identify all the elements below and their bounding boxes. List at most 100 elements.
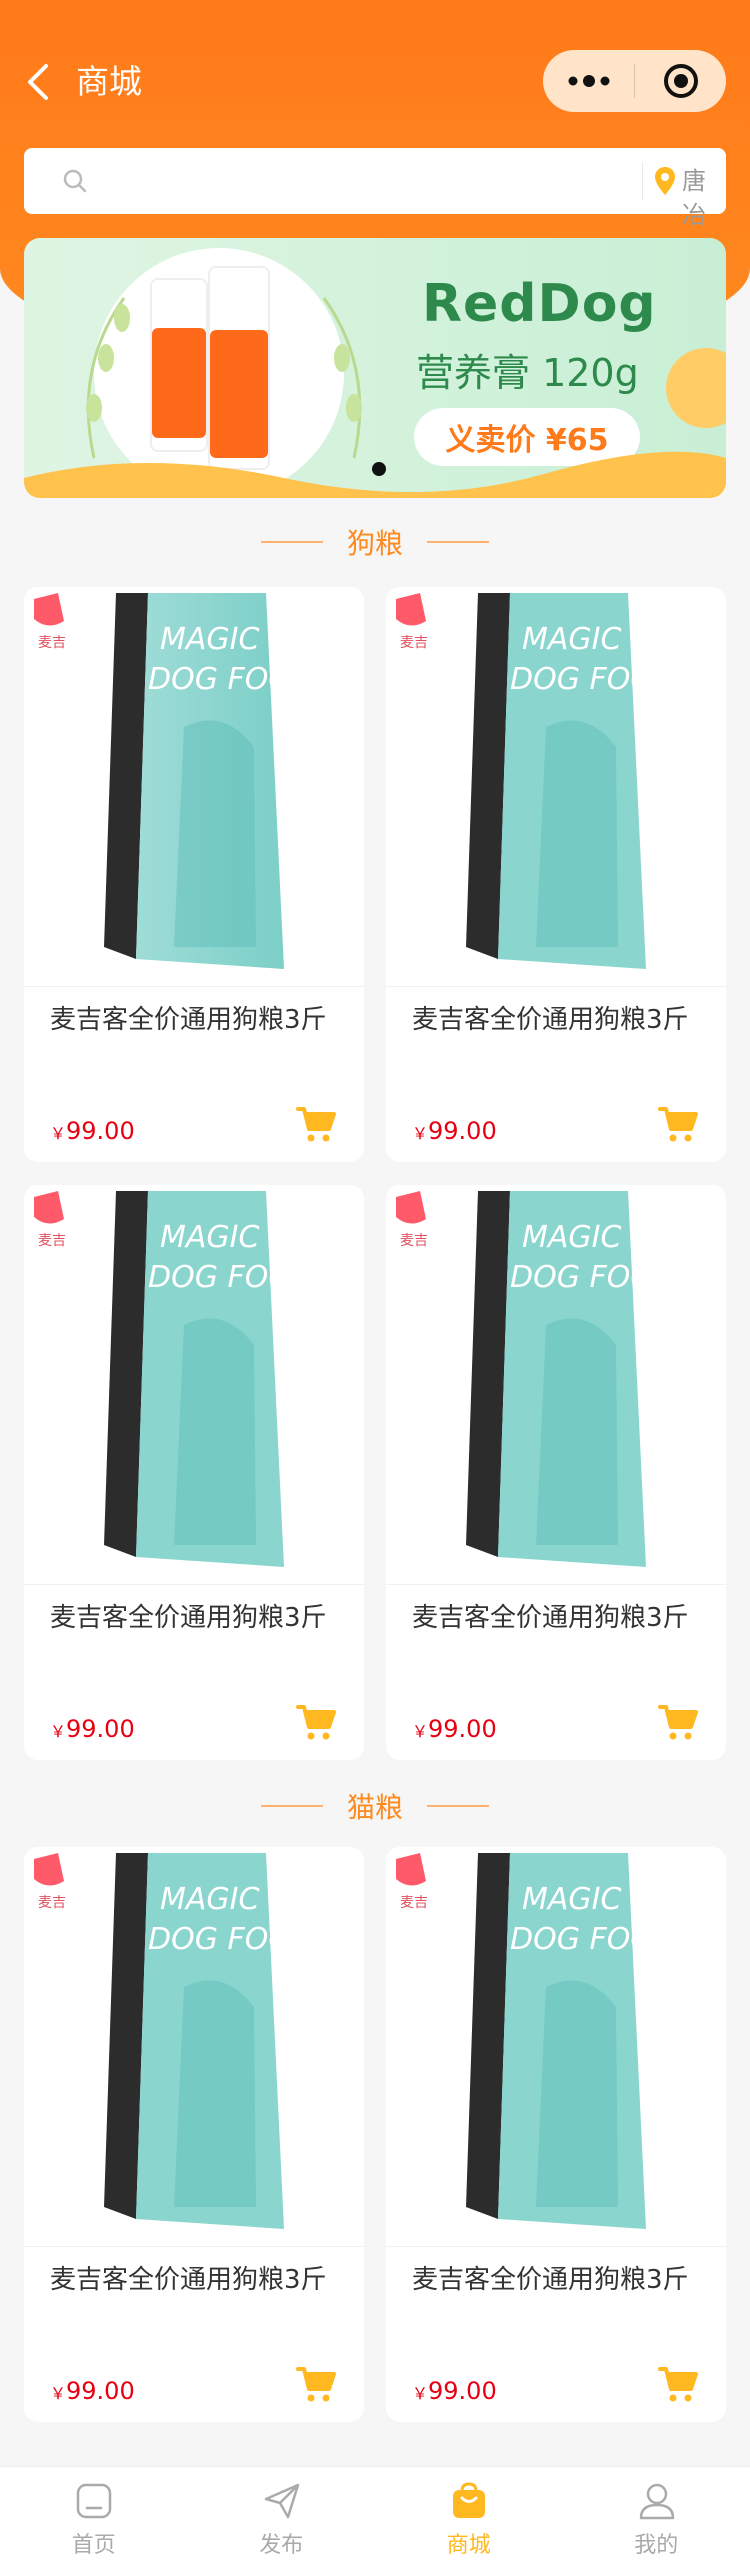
product-card[interactable]: MAGIC DOG FOOD 麦吉 麦吉客全价通用狗粮3斤 ￥99.00 [24, 587, 364, 1162]
product-price: ￥99.00 [50, 1117, 135, 1145]
product-price: ￥99.00 [50, 1715, 135, 1743]
tab-label: 首页 [71, 2533, 116, 2558]
product-image[interactable]: MAGIC DOG FOOD 麦吉 [24, 1847, 364, 2247]
brand-logo: 麦吉 [400, 1895, 428, 1911]
product-name: 麦吉客全价通用狗粮3斤 [50, 1005, 327, 1035]
tab-label: 我的 [634, 2533, 679, 2558]
bag-line-1: MAGIC [522, 622, 622, 657]
more-dots-icon [568, 75, 609, 87]
price-value: 99.00 [66, 1715, 135, 1743]
product-image-art: MAGIC DOG FOOD 麦吉 [396, 1853, 677, 2229]
bag-line-1: MAGIC [522, 1882, 622, 1917]
add-to-cart-icon[interactable] [296, 2365, 336, 2403]
price-value: 99.00 [428, 1117, 497, 1145]
product-name: 麦吉客全价通用狗粮3斤 [412, 2265, 689, 2295]
price-value: 99.00 [66, 1117, 135, 1145]
bag-line-1: MAGIC [160, 622, 260, 657]
bag-line-1: MAGIC [522, 1220, 622, 1255]
bag-line-2: DOG FOOD [510, 1922, 677, 1957]
product-name: 麦吉客全价通用狗粮3斤 [412, 1005, 689, 1035]
add-to-cart-icon[interactable] [658, 2365, 698, 2403]
bag-line-2: DOG FOOD [148, 662, 315, 697]
home-icon [76, 2483, 112, 2519]
mini-program-capsule [543, 50, 726, 112]
product-card[interactable]: MAGIC DOG FOOD 麦吉 麦吉客全价通用狗粮3斤 ￥99.00 [24, 1185, 364, 1760]
product-price: ￥99.00 [412, 1117, 497, 1145]
navigation-bar: 商城 [0, 0, 750, 150]
location-label[interactable]: 唐冶 [682, 164, 726, 232]
more-button[interactable] [543, 74, 634, 88]
location-pin-icon[interactable] [654, 166, 676, 196]
bag-line-2: DOG FOOD [148, 1260, 315, 1295]
product-price: ￥99.00 [412, 1715, 497, 1743]
bag-line-2: DOG FOOD [510, 662, 677, 697]
product-image-art: MAGIC DOG FOOD 麦吉 [396, 1191, 677, 1567]
bag-line-2: DOG FOOD [510, 1260, 677, 1295]
banner-decoration [666, 348, 726, 428]
tab-publish[interactable]: 发布 [188, 2467, 376, 2569]
product-card[interactable]: MAGIC DOG FOOD 麦吉 麦吉客全价通用狗粮3斤 ￥99.00 [24, 1847, 364, 2422]
tab-label: 商城 [446, 2533, 491, 2558]
promo-banner[interactable]: RedDog 营养膏 120g 义卖价 ¥65 [24, 238, 726, 498]
bag-line-1: MAGIC [160, 1220, 260, 1255]
shop-bag-icon [453, 2482, 485, 2518]
price-value: 99.00 [428, 1715, 497, 1743]
product-image[interactable]: MAGIC DOG FOOD 麦吉 [386, 587, 726, 987]
title-line-right [427, 1805, 489, 1807]
tab-home[interactable]: 首页 [0, 2467, 188, 2569]
carousel-indicator[interactable] [372, 462, 386, 476]
product-tube-1-band [152, 328, 206, 438]
page-title: 商城 [76, 62, 142, 101]
title-line-left [260, 1805, 323, 1807]
product-price: ￥99.00 [50, 2377, 135, 2405]
search-divider [642, 162, 643, 200]
search-icon [63, 169, 87, 193]
search-bar[interactable]: 唐冶 [24, 148, 726, 229]
brand-logo: 麦吉 [38, 635, 66, 651]
banner-subtitle: 营养膏 120g [416, 351, 639, 395]
product-name: 麦吉客全价通用狗粮3斤 [412, 1603, 689, 1633]
add-to-cart-icon[interactable] [296, 1703, 336, 1741]
product-image-art: MAGIC DOG FOOD 麦吉 [396, 593, 677, 969]
product-card[interactable]: MAGIC DOG FOOD 麦吉 麦吉客全价通用狗粮3斤 ￥99.00 [386, 1185, 726, 1760]
section-title-dog-food: 狗粮 [0, 522, 750, 562]
tab-shop[interactable]: 商城 [375, 2467, 563, 2569]
brand-logo: 麦吉 [400, 1233, 428, 1249]
product-image[interactable]: MAGIC DOG FOOD 麦吉 [24, 587, 364, 987]
product-image-art: MAGIC DOG FOOD 麦吉 [34, 1191, 315, 1567]
user-icon [639, 2483, 674, 2520]
product-image-art: MAGIC DOG FOOD 麦吉 [34, 593, 315, 969]
tab-label: 发布 [259, 2533, 304, 2558]
title-line-right [427, 541, 489, 543]
bag-line-1: MAGIC [160, 1882, 260, 1917]
add-to-cart-icon[interactable] [658, 1105, 698, 1143]
target-icon [663, 64, 698, 98]
product-card[interactable]: MAGIC DOG FOOD 麦吉 麦吉客全价通用狗粮3斤 ￥99.00 [386, 587, 726, 1162]
price-value: 99.00 [428, 2377, 497, 2405]
section-title-label: 狗粮 [346, 527, 403, 560]
send-icon [264, 2483, 299, 2519]
brand-logo: 麦吉 [38, 1233, 66, 1249]
add-to-cart-icon[interactable] [296, 1105, 336, 1143]
back-icon[interactable] [24, 62, 54, 102]
add-to-cart-icon[interactable] [658, 1703, 698, 1741]
currency-symbol: ￥ [412, 2384, 429, 2403]
tab-mine[interactable]: 我的 [563, 2467, 750, 2569]
product-price: ￥99.00 [412, 2377, 497, 2405]
price-value: 99.00 [66, 2377, 135, 2405]
title-line-left [260, 541, 323, 543]
section-title-label: 猫粮 [346, 1791, 403, 1824]
close-miniprogram-button[interactable] [635, 62, 726, 100]
product-card[interactable]: MAGIC DOG FOOD 麦吉 麦吉客全价通用狗粮3斤 ￥99.00 [386, 1847, 726, 2422]
bag-line-2: DOG FOOD [148, 1922, 315, 1957]
product-image[interactable]: MAGIC DOG FOOD 麦吉 [386, 1847, 726, 2247]
product-image[interactable]: MAGIC DOG FOOD 麦吉 [24, 1185, 364, 1585]
currency-symbol: ￥ [50, 2384, 67, 2403]
currency-symbol: ￥ [50, 1722, 67, 1741]
search-input[interactable] [104, 158, 624, 204]
product-image[interactable]: MAGIC DOG FOOD 麦吉 [386, 1185, 726, 1585]
product-name: 麦吉客全价通用狗粮3斤 [50, 1603, 327, 1633]
currency-symbol: ￥ [412, 1124, 429, 1143]
banner-brand: RedDog [422, 274, 657, 334]
currency-symbol: ￥ [412, 1722, 429, 1741]
